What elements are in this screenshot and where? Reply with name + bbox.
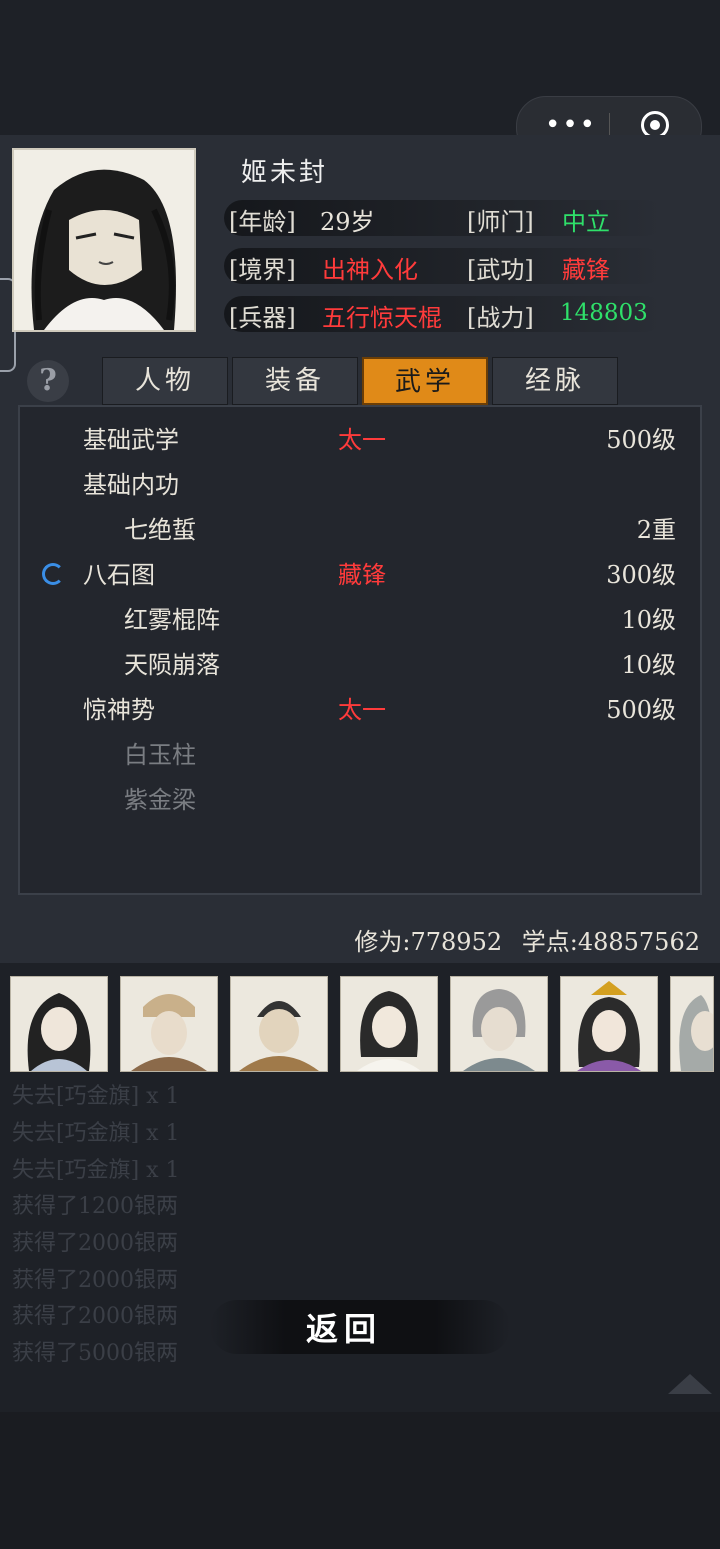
log-line: 失去[巧金旗] x 1: [12, 1158, 180, 1183]
skill-name: 紫金梁: [124, 786, 196, 814]
party-member-portrait: [239, 1001, 319, 1071]
bottom-area: [0, 1412, 720, 1549]
party-member-portrait: [357, 991, 421, 1071]
party-member-portrait: [577, 981, 641, 1071]
skill-name: 惊神势: [83, 696, 155, 724]
back-button[interactable]: 返回: [306, 1304, 382, 1350]
party-member-card[interactable]: [230, 976, 328, 1072]
list-item[interactable]: 紫金梁: [20, 778, 700, 822]
list-item[interactable]: 基础武学 太一 500级: [20, 418, 700, 462]
party-member-card[interactable]: [450, 976, 548, 1072]
party-member-card[interactable]: [340, 976, 438, 1072]
skill-level: 10级: [621, 606, 676, 634]
realm-value: 出神入化: [322, 256, 418, 284]
party-member-portrait: [131, 994, 207, 1071]
skill-name: 八石图: [83, 561, 155, 589]
cultivation-value: 修为:778952: [354, 928, 503, 956]
skill-level: 500级: [606, 426, 676, 454]
skill-level: 2重: [636, 516, 676, 544]
skill-level: 10级: [621, 651, 676, 679]
skill-name: 白玉柱: [124, 741, 196, 769]
skill-level: 500级: [606, 696, 676, 724]
party-member-portrait: [27, 993, 91, 1071]
log-line: 获得了2000银两: [12, 1268, 178, 1293]
skill-style: 藏锋: [338, 561, 386, 589]
log-line: 获得了1200银两: [12, 1194, 178, 1219]
realm-label: [境界]: [229, 256, 296, 284]
party-member-portrait: [463, 989, 535, 1071]
weapon-label: [兵器]: [229, 304, 296, 332]
party-member-portrait: [679, 995, 713, 1071]
skill-name: 七绝蜇: [124, 516, 196, 544]
study-points-value: 学点:48857562: [521, 928, 700, 956]
skill-name: 基础内功: [83, 471, 179, 499]
list-item[interactable]: 基础内功: [20, 463, 700, 507]
skill-name: 基础武学: [83, 426, 179, 454]
party-member-card[interactable]: [10, 976, 108, 1072]
log-line: 失去[巧金旗] x 1: [12, 1121, 180, 1146]
log-line: 获得了2000银两: [12, 1231, 178, 1256]
skill-name: 红雾棍阵: [124, 606, 220, 634]
scroll-up-arrow-icon[interactable]: [668, 1374, 712, 1394]
log-line: 失去[巧金旗] x 1: [12, 1084, 180, 1109]
skill-style: 太一: [338, 426, 386, 454]
tab-equipment[interactable]: 装备: [232, 357, 358, 405]
party-member-card[interactable]: [120, 976, 218, 1072]
power-label: [战力]: [467, 304, 534, 332]
tab-martial-arts[interactable]: 武学: [362, 357, 488, 405]
skill-name: 天陨崩落: [124, 651, 220, 679]
weapon-value: 五行惊天棍: [322, 304, 442, 332]
question-icon[interactable]: ?: [27, 360, 69, 402]
character-portrait: [12, 148, 196, 332]
sect-label: [师门]: [467, 208, 534, 236]
list-item[interactable]: 白玉柱: [20, 733, 700, 777]
skill-style: 太一: [338, 696, 386, 724]
power-value: 148803: [560, 300, 648, 326]
skill-level: 300级: [606, 561, 676, 589]
log-line: 获得了2000银两: [12, 1304, 178, 1329]
tab-meridians[interactable]: 经脉: [492, 357, 618, 405]
party-member-card[interactable]: [670, 976, 714, 1072]
sect-value: 中立: [562, 208, 610, 236]
loading-spinner-icon: [42, 563, 64, 585]
tab-character[interactable]: 人物: [102, 357, 228, 405]
list-item[interactable]: 七绝蜇 2重: [20, 508, 700, 552]
age-value: 29岁: [320, 208, 375, 236]
character-name: 姬未封: [241, 158, 329, 188]
portrait-illustration: [31, 169, 176, 330]
list-item[interactable]: 惊神势 太一 500级: [20, 688, 700, 732]
skill-list: 基础武学 太一 500级 基础内功 七绝蜇 2重 八石图 藏锋 300级 红雾棍…: [18, 405, 702, 895]
party-member-card[interactable]: [560, 976, 658, 1072]
age-label: [年龄]: [229, 208, 296, 236]
list-item[interactable]: 八石图 藏锋 300级: [20, 553, 700, 597]
log-line: 获得了5000银两: [12, 1341, 178, 1366]
martial-label: [武功]: [467, 256, 534, 284]
martial-value: 藏锋: [562, 256, 610, 284]
list-item[interactable]: 红雾棍阵 10级: [20, 598, 700, 642]
list-item[interactable]: 天陨崩落 10级: [20, 643, 700, 687]
cultivation-stats: 修为:778952 学点:48857562: [354, 922, 700, 957]
